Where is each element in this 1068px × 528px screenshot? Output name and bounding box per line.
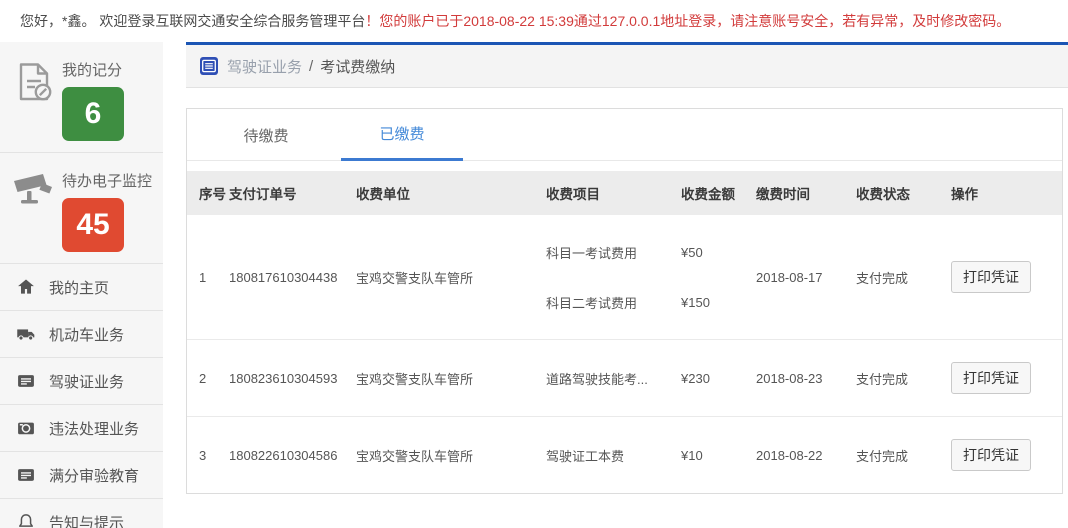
cell-order-no: 180817610304438 xyxy=(229,269,338,285)
cctv-camera-icon xyxy=(12,165,62,252)
tab-bar: 待缴费 已缴费 xyxy=(187,109,1062,161)
table-header-row: 序号 支付订单号 收费单位 收费项目 收费金额 缴费时间 收费状态 操作 xyxy=(187,171,1062,215)
license-icon xyxy=(16,371,36,391)
sidebar-item-license-business[interactable]: 驾驶证业务 xyxy=(0,358,163,405)
my-points-label: 我的记分 xyxy=(62,62,123,79)
sidebar: 我的记分 6 待办电子监控 45 我的主页 机动车业务 驾驶证业务 违法处理业务… xyxy=(0,42,163,528)
menu-label: 满分审验教育 xyxy=(49,467,140,485)
sidebar-menu: 我的主页 机动车业务 驾驶证业务 违法处理业务 满分审验教育 告知与提示 xyxy=(0,264,163,528)
monitoring-badge: 45 xyxy=(62,198,124,252)
tab-paid[interactable]: 已缴费 xyxy=(341,109,463,161)
col-header-action: 操作 xyxy=(951,187,978,202)
breadcrumb-page: 考试费缴纳 xyxy=(320,58,396,76)
cell-index: 2 xyxy=(199,370,207,386)
cell-order-no: 180823610304593 xyxy=(229,370,338,386)
cell-status: 支付完成 xyxy=(856,270,909,286)
cell-action: 打印凭证 xyxy=(951,261,1062,293)
print-receipt-button[interactable]: 打印凭证 xyxy=(951,439,1031,471)
menu-label: 我的主页 xyxy=(49,279,110,297)
fee-amount: ¥50 xyxy=(681,244,703,260)
greeting-text: 您好，*鑫。 欢迎登录互联网交通安全综合服务管理平台 xyxy=(20,13,366,29)
breadcrumb-separator: / xyxy=(309,57,314,75)
cell-index: 3 xyxy=(199,447,207,463)
document-edit-icon xyxy=(12,54,62,141)
cell-index: 1 xyxy=(199,269,207,285)
cell-date: 2018-08-23 xyxy=(756,370,823,386)
camera-icon xyxy=(16,418,36,438)
sidebar-item-education[interactable]: 满分审验教育 xyxy=(0,452,163,499)
cell-unit: 宝鸡交警支队车管所 xyxy=(356,448,474,464)
cell-fee-amount: ¥230 xyxy=(681,370,710,386)
cell-status: 支付完成 xyxy=(856,371,909,387)
sidebar-item-my-points[interactable]: 我的记分 6 xyxy=(0,42,163,153)
col-header-unit: 收费单位 xyxy=(356,187,410,202)
cell-action: 打印凭证 xyxy=(951,439,1062,471)
col-header-amount: 收费金额 xyxy=(681,187,735,202)
sidebar-item-homepage[interactable]: 我的主页 xyxy=(0,264,163,311)
cell-fee-name: 道路驾驶技能考... xyxy=(546,371,648,387)
education-icon xyxy=(16,465,36,485)
menu-label: 机动车业务 xyxy=(49,326,125,344)
paid-fees-table: 序号 支付订单号 收费单位 收费项目 收费金额 缴费时间 收费状态 操作 1 1… xyxy=(187,171,1062,493)
fee-amount: ¥150 xyxy=(681,294,710,310)
print-receipt-button[interactable]: 打印凭证 xyxy=(951,362,1031,394)
col-header-date: 缴费时间 xyxy=(756,187,810,202)
page-layout: 我的记分 6 待办电子监控 45 我的主页 机动车业务 驾驶证业务 违法处理业务… xyxy=(0,42,1068,528)
home-icon xyxy=(16,277,36,297)
sidebar-item-vehicle-business[interactable]: 机动车业务 xyxy=(0,311,163,358)
pending-monitoring-label: 待办电子监控 xyxy=(62,173,153,190)
print-receipt-button[interactable]: 打印凭证 xyxy=(951,261,1031,293)
col-header-order-no: 支付订单号 xyxy=(229,187,297,202)
main-content: 驾驶证业务 / 考试费缴纳 待缴费 已缴费 序号 支付订单号 收费单位 收费项目… xyxy=(186,42,1068,528)
sidebar-item-pending-monitoring[interactable]: 待办电子监控 45 xyxy=(0,153,163,264)
col-header-index: 序号 xyxy=(199,187,226,202)
payment-card: 待缴费 已缴费 序号 支付订单号 收费单位 收费项目 收费金额 缴费时间 收费状… xyxy=(186,108,1063,494)
content-area: 待缴费 已缴费 序号 支付订单号 收费单位 收费项目 收费金额 缴费时间 收费状… xyxy=(186,88,1068,528)
cell-order-no: 180822610304586 xyxy=(229,447,338,463)
table-row: 3 180822610304586 宝鸡交警支队车管所 驾驶证工本费 ¥10 2… xyxy=(187,416,1062,493)
menu-label: 告知与提示 xyxy=(49,514,125,528)
cell-date: 2018-08-17 xyxy=(756,269,823,285)
cell-status: 支付完成 xyxy=(856,448,909,464)
menu-label: 违法处理业务 xyxy=(49,420,140,438)
menu-label: 驾驶证业务 xyxy=(49,373,125,391)
cell-fee-items: 科目一考试费用 ¥50 科目二考试费用 ¥150 xyxy=(546,227,756,327)
cell-fee-amount: ¥10 xyxy=(681,447,703,463)
fee-name: 科目二考试费用 xyxy=(546,295,638,311)
cell-date: 2018-08-22 xyxy=(756,447,823,463)
sidebar-item-notifications[interactable]: 告知与提示 xyxy=(0,499,163,528)
cell-action: 打印凭证 xyxy=(951,362,1062,394)
sidebar-item-violation-business[interactable]: 违法处理业务 xyxy=(0,405,163,452)
vehicle-icon xyxy=(16,324,36,344)
col-header-status: 收费状态 xyxy=(856,187,910,202)
top-notice-bar: 您好，*鑫。 欢迎登录互联网交通安全综合服务管理平台 ！您的账户已于2018-08… xyxy=(0,0,1068,42)
breadcrumb: 驾驶证业务 / 考试费缴纳 xyxy=(186,45,1068,88)
table-row: 2 180823610304593 宝鸡交警支队车管所 道路驾驶技能考... ¥… xyxy=(187,339,1062,416)
license-section-icon xyxy=(200,57,218,75)
tab-pending-payment[interactable]: 待缴费 xyxy=(205,109,327,161)
cell-unit: 宝鸡交警支队车管所 xyxy=(356,270,474,286)
table-row: 1 180817610304438 宝鸡交警支队车管所 科目一考试费用 ¥50 … xyxy=(187,215,1062,339)
cell-unit: 宝鸡交警支队车管所 xyxy=(356,371,474,387)
fee-line: 科目二考试费用 ¥150 xyxy=(546,277,756,327)
cell-fee-name: 驾驶证工本费 xyxy=(546,448,625,464)
bell-icon xyxy=(16,512,36,528)
breadcrumb-section[interactable]: 驾驶证业务 xyxy=(227,56,302,77)
fee-line: 科目一考试费用 ¥50 xyxy=(546,227,756,277)
col-header-item: 收费项目 xyxy=(546,187,600,202)
points-badge: 6 xyxy=(62,87,124,141)
security-alert-text: ！您的账户已于2018-08-22 15:39通过127.0.0.1地址登录，请… xyxy=(365,13,1011,29)
fee-name: 科目一考试费用 xyxy=(546,245,638,261)
